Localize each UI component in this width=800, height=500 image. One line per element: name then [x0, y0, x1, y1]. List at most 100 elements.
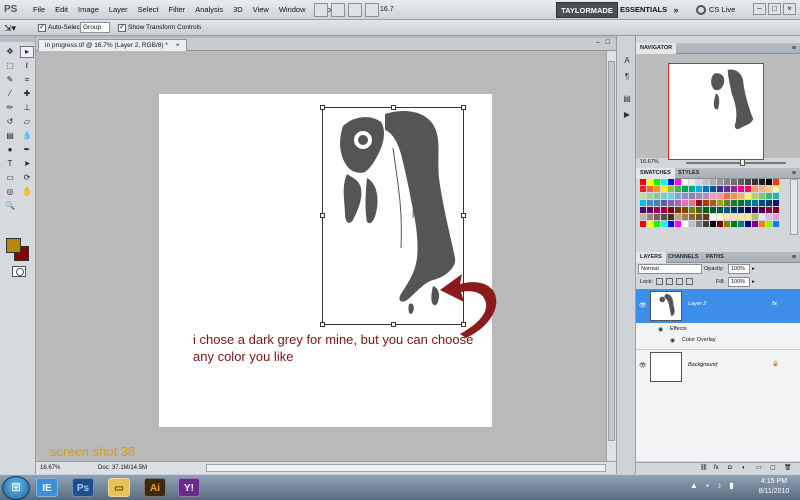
tab-navigator[interactable]: NAVIGATOR [636, 43, 677, 54]
3d-rotate-tool-icon[interactable]: ⟳ [20, 172, 34, 184]
color-swatch[interactable] [640, 179, 647, 186]
color-swatch[interactable] [773, 214, 780, 221]
navigator-menu-icon[interactable]: ≡ [792, 43, 796, 54]
color-swatch[interactable] [759, 193, 766, 200]
add-mask-icon[interactable]: ◘ [728, 463, 732, 473]
lasso-tool-icon[interactable]: ℓ [20, 60, 34, 72]
color-swatch[interactable] [724, 214, 731, 221]
color-swatch[interactable] [661, 193, 668, 200]
color-swatch[interactable] [640, 221, 647, 228]
zoom-tool-icon[interactable]: 🔍 [3, 200, 17, 212]
color-swatch[interactable] [682, 200, 689, 207]
color-swatch[interactable] [710, 200, 717, 207]
color-swatch[interactable] [738, 179, 745, 186]
taskbar-clock[interactable]: 4:15 PM 8/11/2010 [752, 477, 796, 497]
close-button[interactable]: × [783, 3, 796, 15]
navigator-zoom-slider[interactable] [686, 162, 786, 164]
path-select-tool-icon[interactable]: ➤ [20, 158, 34, 170]
3d-orbit-tool-icon[interactable]: ◎ [3, 186, 17, 198]
color-swatch[interactable] [682, 221, 689, 228]
system-tray-icons[interactable]: ▲ ▪ ♪ ▮ [690, 481, 737, 490]
color-swatch[interactable] [668, 179, 675, 186]
quick-select-tool-icon[interactable]: ✎ [3, 74, 17, 86]
color-swatch[interactable] [696, 221, 703, 228]
color-swatch[interactable] [745, 214, 752, 221]
hand-tool-icon[interactable] [348, 3, 362, 17]
transform-handle-middle-left[interactable] [320, 213, 325, 218]
stamp-tool-icon[interactable]: ⊥ [20, 102, 34, 114]
transform-handle-bottom-center[interactable] [391, 322, 396, 327]
color-swatch[interactable] [647, 193, 654, 200]
swatches-scrollbar[interactable] [790, 179, 798, 235]
dodge-tool-icon[interactable]: ● [3, 144, 17, 156]
hand-tool-icon[interactable]: ✋ [20, 186, 34, 198]
tab-styles[interactable]: STYLES [674, 168, 703, 179]
color-swatch[interactable] [703, 214, 710, 221]
color-swatch[interactable] [703, 200, 710, 207]
color-swatch[interactable] [640, 207, 647, 214]
color-swatch[interactable] [759, 221, 766, 228]
color-swatch[interactable] [654, 186, 661, 193]
color-swatch[interactable] [752, 207, 759, 214]
color-swatch[interactable] [661, 200, 668, 207]
photoshop-taskbar-icon[interactable]: Ps [72, 478, 94, 497]
color-swatch[interactable] [731, 179, 738, 186]
color-swatch[interactable] [731, 193, 738, 200]
color-swatch[interactable] [640, 193, 647, 200]
color-swatch[interactable] [759, 214, 766, 221]
color-swatch[interactable] [752, 200, 759, 207]
paragraph-panel-icon[interactable]: ¶ [620, 70, 634, 83]
color-swatch[interactable] [654, 221, 661, 228]
color-swatch[interactable] [696, 200, 703, 207]
folder-taskbar-icon[interactable]: ▭ [108, 478, 130, 497]
color-swatch[interactable] [759, 186, 766, 193]
color-swatch[interactable] [738, 200, 745, 207]
color-swatch[interactable] [668, 186, 675, 193]
delete-layer-icon[interactable]: 🗑 [784, 463, 792, 473]
color-swatch[interactable] [773, 179, 780, 186]
color-swatch[interactable] [759, 200, 766, 207]
color-swatch[interactable] [724, 179, 731, 186]
color-swatch[interactable] [766, 179, 773, 186]
color-swatch[interactable] [668, 193, 675, 200]
move-tool-preset-icon[interactable]: ⇲▾ [4, 22, 28, 34]
color-swatch[interactable] [696, 193, 703, 200]
transform-handle-top-left[interactable] [320, 105, 325, 110]
zoom-tool-icon[interactable] [365, 3, 379, 17]
color-swatch[interactable] [710, 193, 717, 200]
color-swatch[interactable] [724, 200, 731, 207]
color-swatch[interactable] [738, 221, 745, 228]
color-swatch[interactable] [696, 207, 703, 214]
color-swatch[interactable] [766, 214, 773, 221]
vertical-scrollbar[interactable] [606, 51, 616, 461]
color-swatch[interactable] [689, 214, 696, 221]
color-swatch[interactable] [773, 207, 780, 214]
bridge-icon[interactable] [314, 3, 328, 17]
color-swatch[interactable] [675, 207, 682, 214]
color-overlay-row[interactable]: ◉ Color Overlay [636, 336, 800, 346]
crop-tool-icon[interactable]: ⌗ [20, 74, 34, 86]
color-swatch[interactable] [696, 186, 703, 193]
color-swatch[interactable] [696, 179, 703, 186]
color-swatch[interactable] [647, 179, 654, 186]
navigator-preview[interactable] [668, 63, 764, 160]
internet-explorer-icon[interactable]: IE [36, 478, 58, 497]
document-window-controls[interactable]: – □ [596, 39, 612, 46]
color-swatch[interactable] [766, 207, 773, 214]
color-swatch[interactable] [668, 207, 675, 214]
scroll-thumb[interactable] [608, 61, 615, 441]
color-swatch[interactable] [654, 207, 661, 214]
menu-image[interactable]: Image [73, 0, 104, 20]
color-swatch[interactable] [703, 179, 710, 186]
color-swatch[interactable] [766, 193, 773, 200]
color-swatch[interactable] [675, 186, 682, 193]
color-swatch[interactable] [675, 214, 682, 221]
type-tool-icon[interactable]: T [3, 158, 17, 170]
lock-position-icon[interactable] [676, 278, 683, 285]
color-swatch[interactable] [689, 200, 696, 207]
lock-image-icon[interactable] [666, 278, 673, 285]
fill-input[interactable]: 100% [728, 277, 750, 287]
color-swatch[interactable] [717, 200, 724, 207]
color-swatch[interactable] [717, 179, 724, 186]
color-swatch[interactable] [640, 214, 647, 221]
